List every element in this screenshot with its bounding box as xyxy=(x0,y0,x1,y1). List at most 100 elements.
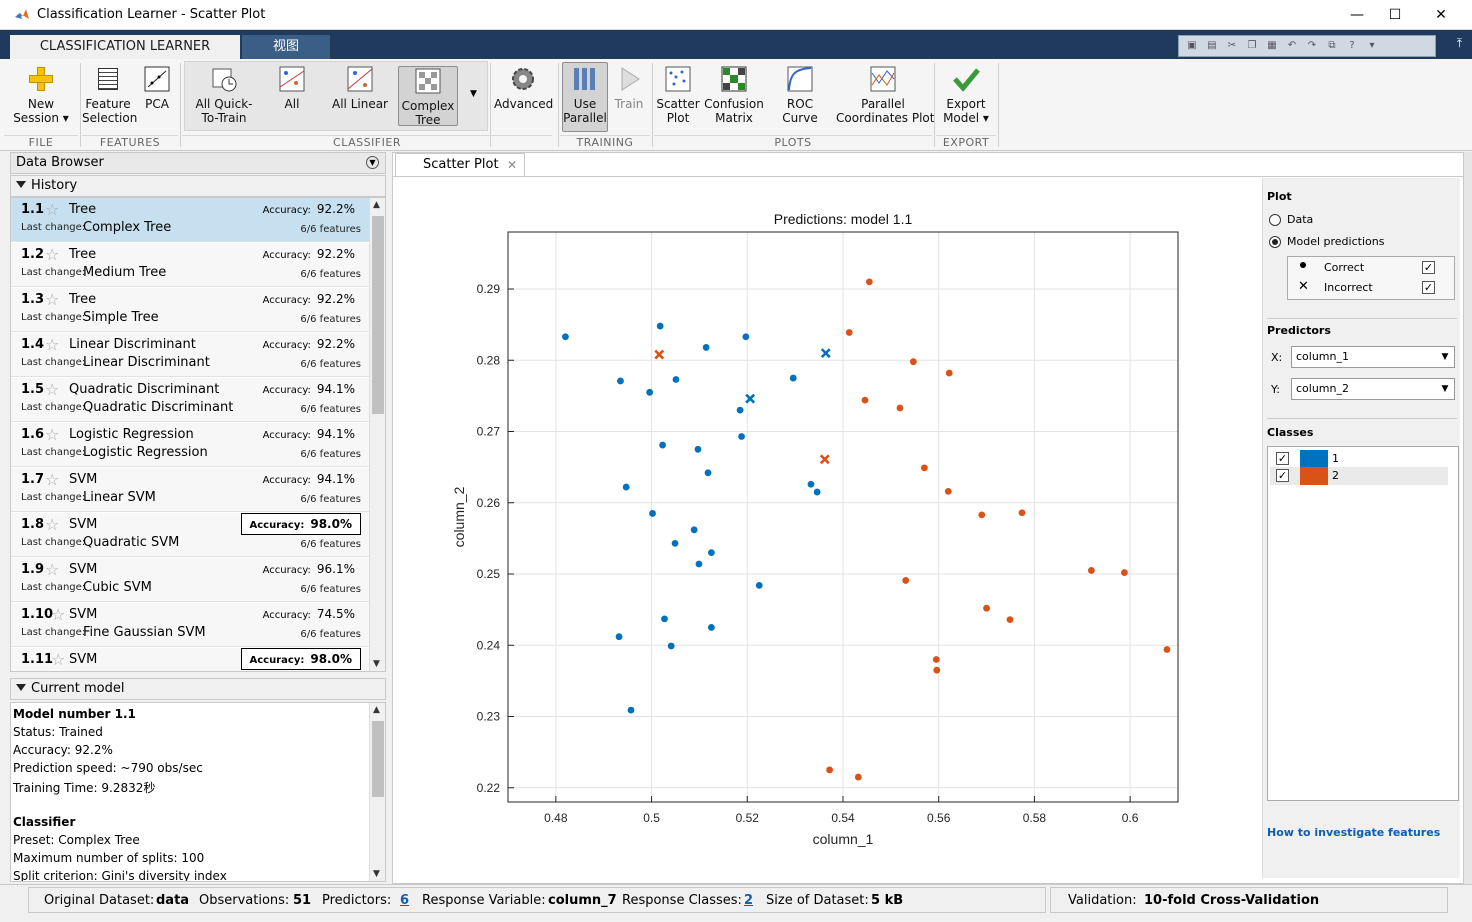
x-tick-label: 0.56 xyxy=(927,811,951,825)
history-scrollbar[interactable]: ▲ ▼ xyxy=(369,198,385,671)
star-icon[interactable]: ☆ xyxy=(45,515,59,534)
star-icon[interactable]: ☆ xyxy=(45,425,59,444)
scatter-plot-label: Scatter Plot xyxy=(656,97,700,125)
collapse-toolstrip-icon[interactable]: ⤒ xyxy=(1457,36,1462,51)
model-type: SVM xyxy=(69,562,97,577)
model-detail-line: Status: Trained xyxy=(13,725,103,739)
scatter-plot-button[interactable]: Scatter Plot xyxy=(656,63,700,125)
star-icon[interactable]: ☆ xyxy=(45,470,59,489)
correct-point xyxy=(623,484,630,491)
scroll-thumb[interactable] xyxy=(372,216,384,414)
star-icon[interactable]: ☆ xyxy=(51,605,65,624)
all-quick-to-train-button[interactable]: All Quick- To-Train xyxy=(192,63,256,125)
last-change-label: Last change: xyxy=(21,312,85,323)
new-session-button[interactable]: New Session ▾ xyxy=(8,63,74,125)
response-classes-link[interactable]: 2 xyxy=(744,893,753,908)
gallery-expand-icon[interactable]: ▼ xyxy=(470,89,477,99)
incorrect-checkbox[interactable]: ✓ xyxy=(1422,281,1435,294)
undo-icon[interactable]: ↶ xyxy=(1283,39,1301,53)
radio-model-predictions[interactable] xyxy=(1269,236,1281,248)
advanced-button[interactable]: Advanced xyxy=(494,63,552,111)
current-model-header[interactable]: Current model xyxy=(10,678,386,700)
paste-icon[interactable]: ▦ xyxy=(1263,39,1281,53)
scroll-up-icon[interactable]: ▲ xyxy=(373,705,380,715)
maximize-button[interactable]: ☐ xyxy=(1372,0,1418,30)
tab-classification-learner[interactable]: CLASSIFICATION LEARNER xyxy=(10,35,240,59)
correct-checkbox[interactable]: ✓ xyxy=(1422,261,1435,274)
class-1-checkbox[interactable]: ✓ xyxy=(1276,452,1289,465)
class-row-2[interactable]: ✓ 2 xyxy=(1270,467,1448,485)
switch-windows-icon[interactable]: ⧉ xyxy=(1323,39,1341,53)
star-icon[interactable]: ☆ xyxy=(45,290,59,309)
predictors-link[interactable]: 6 xyxy=(400,893,409,908)
scroll-up-icon[interactable]: ▲ xyxy=(373,200,380,210)
section-plots: PLOTS xyxy=(654,135,932,150)
model-number: 1.9 xyxy=(21,562,44,577)
y-predictor-select[interactable]: column_2▼ xyxy=(1291,378,1455,400)
history-item[interactable]: 1.3☆TreeAccuracy:92.2%Last change:Simple… xyxy=(11,288,369,332)
current-model-title: Current model xyxy=(31,681,124,696)
history-item[interactable]: 1.2☆TreeAccuracy:92.2%Last change:Medium… xyxy=(11,243,369,287)
model-number: 1.8 xyxy=(21,517,44,532)
model-type: Tree xyxy=(69,247,96,262)
history-item[interactable]: 1.10☆SVMAccuracy:74.5%Last change:Fine G… xyxy=(11,603,369,647)
confusion-matrix-button[interactable]: Confusion Matrix xyxy=(704,63,764,125)
history-item[interactable]: 1.11☆SVMAccuracy:98.0% xyxy=(11,648,369,672)
complex-tree-button[interactable]: Complex Tree xyxy=(398,66,458,126)
copy-icon[interactable]: ❐ xyxy=(1243,39,1261,53)
window-scrollbar[interactable] xyxy=(1464,152,1472,884)
panel-menu-icon[interactable]: ▼ xyxy=(366,156,379,169)
use-parallel-button[interactable]: Use Parallel xyxy=(562,62,608,132)
x-predictor-select[interactable]: column_1▼ xyxy=(1291,346,1455,368)
radio-data[interactable] xyxy=(1269,214,1281,226)
help-icon[interactable]: ? xyxy=(1343,39,1361,53)
train-button[interactable]: Train xyxy=(610,63,648,111)
feature-count: 6/6 features xyxy=(300,359,361,370)
help-link[interactable]: How to investigate features xyxy=(1267,826,1440,839)
scroll-thumb[interactable] xyxy=(372,721,384,797)
all-linear-button[interactable]: All Linear xyxy=(328,63,392,111)
parallel-coordinates-button[interactable]: Parallel Coordinates Plot xyxy=(836,63,930,125)
export-model-button[interactable]: Export Model ▾ xyxy=(938,63,994,125)
history-item[interactable]: 1.4☆Linear DiscriminantAccuracy:92.2%Las… xyxy=(11,333,369,377)
feature-selection-button[interactable]: Feature Selection xyxy=(82,63,134,125)
star-icon[interactable]: ☆ xyxy=(45,560,59,579)
star-icon[interactable]: ☆ xyxy=(45,245,59,264)
x-tick-label: 0.5 xyxy=(643,811,660,825)
y-axis-label: column_2 xyxy=(451,486,467,547)
feature-count: 6/6 features xyxy=(300,269,361,280)
scatter-plot-chart[interactable]: 0.480.50.520.540.560.580.60.220.230.240.… xyxy=(393,153,1263,881)
redo-icon[interactable]: ↷ xyxy=(1303,39,1321,53)
y-tick-label: 0.29 xyxy=(477,282,501,296)
history-item[interactable]: 1.1☆TreeAccuracy:92.2%Last change:Comple… xyxy=(11,198,369,242)
history-item[interactable]: 1.5☆Quadratic DiscriminantAccuracy:94.1%… xyxy=(11,378,369,422)
star-icon[interactable]: ☆ xyxy=(45,335,59,354)
class-2-checkbox[interactable]: ✓ xyxy=(1276,469,1289,482)
pin-icon[interactable]: ▾ xyxy=(1363,39,1381,53)
star-icon[interactable]: ☆ xyxy=(45,200,59,219)
roc-curve-button[interactable]: ROC Curve xyxy=(768,63,832,125)
pca-button[interactable]: PCA xyxy=(138,63,176,111)
toolstrip-tabs: CLASSIFICATION LEARNER 视图 ▣ ▤ ✂ ❐ ▦ ↶ ↷ … xyxy=(0,30,1472,59)
history-item[interactable]: 1.7☆SVMAccuracy:94.1%Last change:Linear … xyxy=(11,468,369,512)
save-icon[interactable]: ▤ xyxy=(1203,39,1221,53)
history-item[interactable]: 1.8☆SVMAccuracy:98.0%Last change:Quadrat… xyxy=(11,513,369,557)
class-row-1[interactable]: ✓ 1 xyxy=(1270,449,1448,467)
star-icon[interactable]: ☆ xyxy=(45,380,59,399)
history-item[interactable]: 1.9☆SVMAccuracy:96.1%Last change:Cubic S… xyxy=(11,558,369,602)
scroll-down-icon[interactable]: ▼ xyxy=(373,659,380,669)
parallel-coordinates-icon xyxy=(869,65,897,93)
close-window-button[interactable]: ✕ xyxy=(1418,0,1464,30)
correct-point xyxy=(649,510,656,517)
tab-view[interactable]: 视图 xyxy=(242,35,330,59)
current-model-scrollbar[interactable]: ▲ ▼ xyxy=(369,703,385,881)
accuracy-value: 92.2% xyxy=(317,337,355,351)
layout-icon[interactable]: ▣ xyxy=(1183,39,1201,53)
history-header[interactable]: History xyxy=(10,175,386,197)
star-icon[interactable]: ☆ xyxy=(51,650,65,669)
cut-icon[interactable]: ✂ xyxy=(1223,39,1241,53)
last-change-label: Last change: xyxy=(21,402,85,413)
all-button[interactable]: All xyxy=(264,63,320,111)
history-item[interactable]: 1.6☆Logistic RegressionAccuracy:94.1%Las… xyxy=(11,423,369,467)
scroll-down-icon[interactable]: ▼ xyxy=(373,869,380,879)
